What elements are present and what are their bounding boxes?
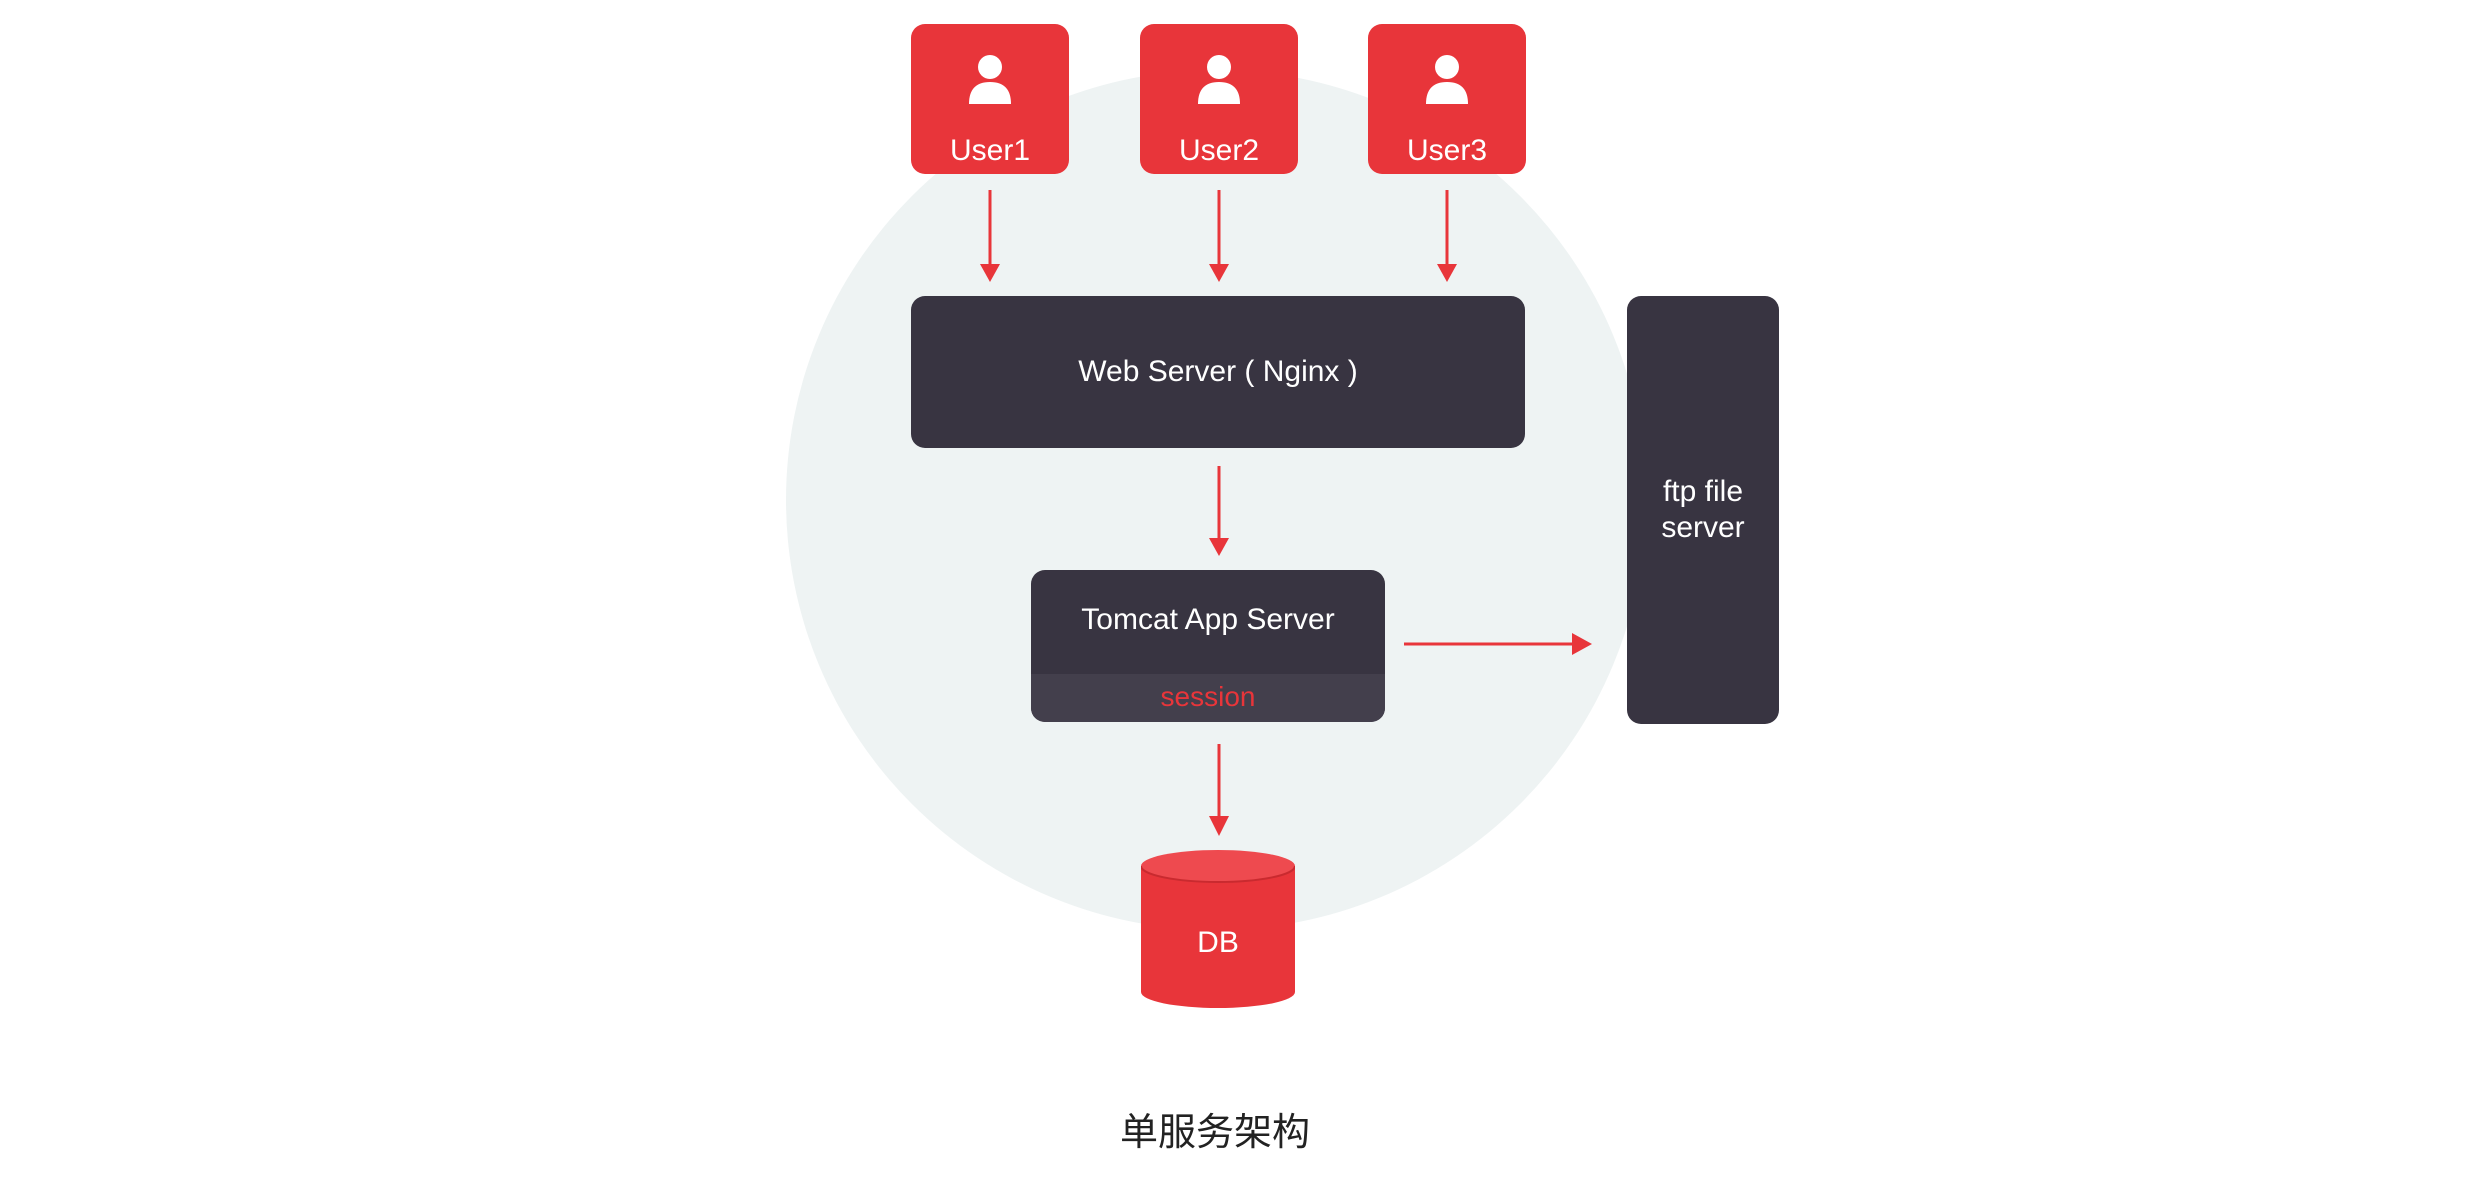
flow-arrows <box>980 190 1592 836</box>
arrowhead-user3 <box>1437 264 1457 282</box>
arrowhead-app-to-ftp <box>1572 633 1592 655</box>
arrowhead-web-to-app <box>1209 538 1229 556</box>
arrowhead-user1 <box>980 264 1000 282</box>
diagram-caption: 单服务架构 <box>1119 1110 1310 1154</box>
arrowhead-app-to-db <box>1209 816 1229 836</box>
arrowhead-user2 <box>1209 264 1229 282</box>
architecture-diagram: User1 User2 User3 Web Server ( Nginx ) T… <box>0 0 2480 1178</box>
